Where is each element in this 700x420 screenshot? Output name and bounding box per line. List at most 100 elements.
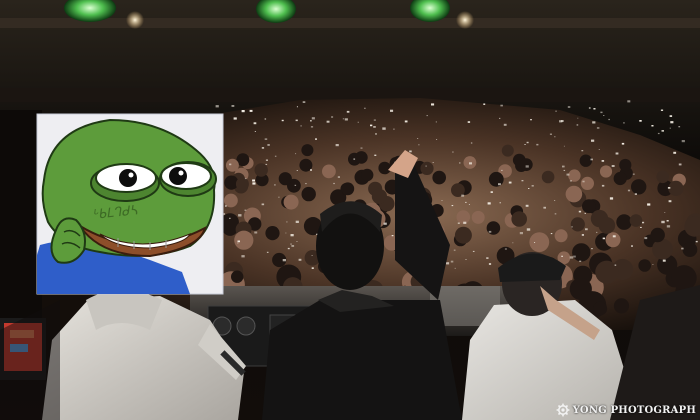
crowd-head: [605, 232, 621, 248]
crowd-head: [593, 301, 608, 316]
confetti-piece: [601, 184, 605, 187]
crowd-head: [541, 170, 555, 184]
confetti-piece: [603, 115, 605, 116]
confetti-piece: [453, 249, 456, 251]
side-wall: [0, 110, 42, 330]
crowd-head: [355, 151, 368, 164]
confetti-piece: [302, 101, 306, 103]
confetti-piece: [465, 259, 467, 260]
confetti-piece: [374, 154, 377, 156]
crowd-head: [454, 226, 472, 244]
confetti-piece: [581, 234, 584, 236]
crowd-head: [471, 210, 485, 224]
confetti-piece: [418, 144, 420, 146]
confetti-piece: [591, 139, 595, 142]
ceiling-truss: [0, 18, 700, 28]
confetti-piece: [311, 267, 314, 269]
confetti-piece: [490, 191, 493, 193]
confetti-piece: [261, 203, 265, 206]
confetti-piece: [241, 110, 245, 113]
spot-light: [456, 11, 474, 29]
confetti-piece: [238, 214, 242, 217]
confetti-piece: [300, 125, 302, 127]
crowd-head: [501, 144, 514, 157]
crowd-head: [613, 171, 627, 186]
confetti-piece: [295, 220, 299, 223]
confetti-piece: [342, 118, 345, 120]
confetti-piece: [501, 169, 503, 171]
crowd-head: [631, 179, 647, 195]
crowd-head: [656, 170, 669, 184]
confetti-piece: [357, 121, 359, 123]
crowd-head: [371, 188, 387, 204]
confetti-piece: [647, 203, 651, 206]
confetti-piece: [431, 103, 435, 106]
confetti-piece: [651, 125, 654, 127]
confetti-piece: [426, 115, 428, 117]
confetti-piece: [669, 127, 671, 129]
confetti-piece: [634, 193, 637, 195]
confetti-piece: [249, 109, 253, 112]
confetti-piece: [452, 151, 454, 153]
confetti-piece: [591, 248, 593, 250]
confetti-piece: [296, 170, 298, 171]
crowd-head: [254, 163, 268, 177]
confetti-piece: [488, 263, 492, 265]
confetti-piece: [290, 243, 292, 245]
confetti-piece: [409, 150, 412, 153]
photographer-watermark: YONG PHOTOGRAPH: [556, 403, 696, 417]
crowd-head: [671, 265, 697, 291]
crowd-head: [225, 158, 239, 172]
confetti-piece: [310, 169, 312, 171]
confetti-piece: [311, 255, 313, 256]
confetti-piece: [608, 118, 610, 121]
concert-photo: ᒡᑲᒪᒉᑯᓴ YONG PHOTOGRAPH: [0, 0, 700, 420]
confetti-piece: [640, 226, 642, 228]
confetti-piece: [652, 264, 654, 265]
crowd-head: [378, 161, 392, 175]
confetti-piece: [615, 152, 619, 155]
confetti-piece: [254, 131, 256, 132]
confetti-piece: [436, 139, 438, 140]
confetti-piece: [695, 240, 698, 243]
confetti-piece: [632, 173, 635, 175]
confetti-piece: [582, 180, 585, 183]
confetti-piece: [295, 119, 298, 122]
confetti-piece: [373, 119, 376, 121]
confetti-piece: [600, 111, 603, 114]
confetti-piece: [499, 202, 501, 204]
confetti-piece: [631, 245, 633, 247]
confetti-piece: [660, 109, 664, 111]
confetti-piece: [335, 144, 339, 147]
confetti-piece: [337, 176, 340, 178]
crowd-head: [650, 227, 665, 243]
confetti-piece: [468, 204, 470, 205]
confetti-piece: [499, 117, 501, 119]
confetti-piece: [661, 130, 664, 132]
confetti-piece: [233, 117, 237, 120]
confetti-piece: [383, 222, 387, 225]
confetti-piece: [554, 200, 556, 201]
confetti-piece: [503, 123, 507, 126]
confetti-piece: [264, 118, 267, 120]
confetti-piece: [588, 107, 591, 109]
confetti-piece: [581, 150, 584, 152]
confetti-piece: [639, 120, 642, 122]
confetti-piece: [623, 122, 625, 124]
crowd-head: [511, 211, 527, 227]
confetti-piece: [432, 162, 434, 163]
confetti-piece: [470, 142, 473, 144]
confetti-piece: [661, 220, 665, 224]
crowd-head: [432, 170, 447, 185]
confetti-piece: [521, 180, 524, 182]
confetti-piece: [264, 138, 268, 140]
confetti-piece: [286, 221, 288, 223]
confetti-piece: [530, 119, 532, 121]
crowd-head: [568, 169, 581, 182]
crowd-head: [488, 171, 504, 187]
confetti-piece: [229, 163, 232, 166]
confetti-piece: [254, 231, 258, 234]
confetti-piece: [678, 126, 681, 128]
confetti-piece: [253, 122, 257, 125]
confetti-piece: [528, 188, 530, 189]
